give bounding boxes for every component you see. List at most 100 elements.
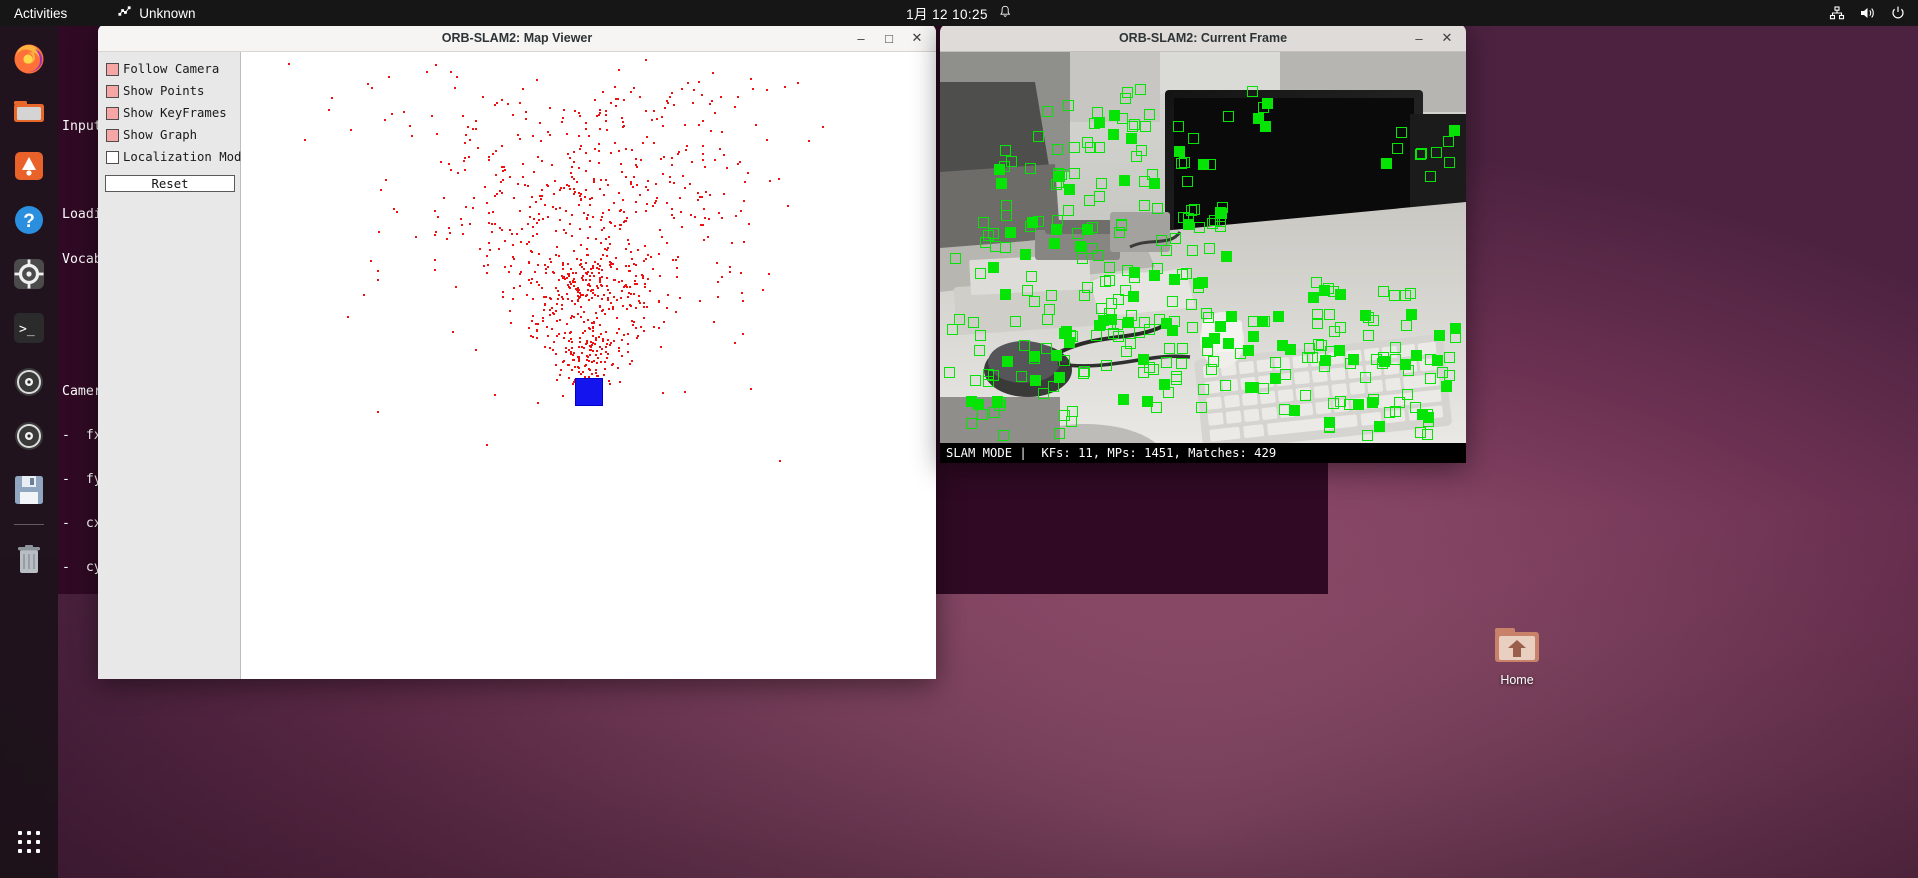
map-point	[605, 114, 607, 117]
map-point	[634, 210, 637, 213]
map-point	[636, 282, 638, 285]
checkbox-show-graph[interactable]: Show Graph	[98, 124, 240, 146]
orb-keypoint	[1219, 380, 1231, 392]
map-point	[566, 298, 569, 301]
map-point	[582, 274, 585, 277]
map-viewer-window-controls: – □ ✕	[848, 24, 930, 52]
map-viewer-titlebar[interactable]: ORB-SLAM2: Map Viewer – □ ✕	[98, 24, 936, 52]
map-point	[525, 111, 528, 114]
map-point	[623, 333, 626, 336]
map-point	[495, 102, 498, 105]
map-point	[591, 288, 593, 291]
map-point	[604, 248, 607, 251]
map-point	[501, 229, 504, 232]
checkbox-show-keyframes[interactable]: Show KeyFrames	[98, 102, 240, 124]
map-point	[632, 186, 634, 189]
orb-keypoint	[1215, 320, 1227, 332]
orb-keypoint	[1362, 429, 1374, 441]
dock-item-help[interactable]: ?	[9, 200, 49, 240]
map-point	[600, 333, 602, 335]
map-point	[673, 181, 675, 184]
map-point	[594, 339, 597, 342]
dock-item-disc-2[interactable]	[9, 416, 49, 456]
map-point	[502, 179, 504, 182]
map-point	[615, 331, 618, 334]
dock-item-files[interactable]	[9, 92, 49, 132]
map-point	[563, 331, 566, 334]
map-point	[618, 69, 620, 72]
checkbox-box[interactable]	[106, 84, 119, 98]
map-point	[606, 297, 609, 300]
maximize-button[interactable]: □	[876, 25, 902, 51]
checkbox-box[interactable]	[106, 62, 119, 76]
dock-item-terminal[interactable]: >_	[9, 308, 49, 348]
desktop-icon-home[interactable]: Home	[1478, 620, 1556, 687]
close-button[interactable]: ✕	[1434, 25, 1460, 51]
map-point	[629, 91, 632, 93]
dock-item-ubuntu-software[interactable]	[9, 146, 49, 186]
map-point	[686, 144, 689, 147]
map-point	[541, 159, 544, 162]
map-point	[628, 242, 631, 245]
map-point	[488, 242, 491, 245]
map-point	[542, 309, 545, 312]
dock-item-settings[interactable]	[9, 254, 49, 294]
dock-item-firefox[interactable]	[9, 38, 49, 78]
map-point	[625, 147, 628, 150]
volume-icon[interactable]	[1859, 5, 1876, 21]
map-point	[604, 109, 607, 112]
map-point	[655, 200, 658, 203]
map-point	[512, 257, 515, 260]
map-point	[566, 132, 569, 135]
checkbox-box[interactable]	[106, 106, 119, 120]
map-point	[635, 263, 638, 266]
checkbox-localization-mode[interactable]: Localization Mode	[98, 146, 249, 168]
map-point	[605, 120, 608, 123]
map-point	[609, 243, 611, 246]
map-point	[553, 341, 556, 344]
app-generic-icon	[117, 4, 132, 22]
checkbox-box[interactable]	[106, 150, 119, 164]
clock-button[interactable]: 1月 12 10:25	[906, 3, 1012, 23]
network-icon[interactable]	[1829, 5, 1845, 21]
dock-item-save-disk[interactable]	[9, 470, 49, 510]
map-point	[543, 303, 546, 306]
map-point	[602, 373, 605, 376]
map-point	[574, 303, 577, 306]
reset-button[interactable]: Reset	[105, 175, 235, 192]
orb-keypoint	[944, 367, 956, 379]
current-frame-titlebar[interactable]: ORB-SLAM2: Current Frame – ✕	[940, 24, 1466, 52]
map-point	[461, 233, 464, 236]
dock-item-disc-1[interactable]	[9, 362, 49, 402]
map-viewer-window[interactable]: ORB-SLAM2: Map Viewer – □ ✕ Follow Camer…	[98, 24, 936, 679]
close-button[interactable]: ✕	[904, 25, 930, 51]
orb-keypoint	[1258, 315, 1270, 327]
map-point	[562, 264, 565, 267]
map-point	[434, 64, 437, 67]
map-point	[601, 269, 604, 272]
map-point	[608, 380, 611, 383]
map-point	[545, 271, 548, 274]
window-indicator[interactable]: Unknown	[117, 4, 196, 22]
map-point	[579, 244, 582, 246]
map-point	[576, 299, 579, 301]
minimize-button[interactable]: –	[1406, 25, 1432, 51]
map-point	[376, 410, 379, 413]
power-icon[interactable]	[1890, 5, 1906, 21]
map-point	[671, 156, 674, 159]
map-viewer-canvas[interactable]	[241, 52, 936, 679]
activities-button[interactable]: Activities	[14, 6, 67, 21]
checkbox-follow-camera[interactable]: Follow Camera	[98, 58, 240, 80]
map-point	[586, 253, 589, 256]
map-point	[721, 275, 724, 278]
dock-item-trash[interactable]	[9, 539, 49, 579]
minimize-button[interactable]: –	[848, 25, 874, 51]
current-frame-video[interactable]	[940, 52, 1466, 443]
checkbox-show-points[interactable]: Show Points	[98, 80, 240, 102]
checkbox-box[interactable]	[106, 128, 119, 142]
current-frame-window[interactable]: ORB-SLAM2: Current Frame – ✕ SLAM MODE |…	[940, 24, 1466, 463]
show-applications-button[interactable]	[9, 822, 49, 862]
map-point	[651, 205, 654, 207]
map-point	[740, 271, 743, 274]
map-point	[529, 215, 531, 218]
